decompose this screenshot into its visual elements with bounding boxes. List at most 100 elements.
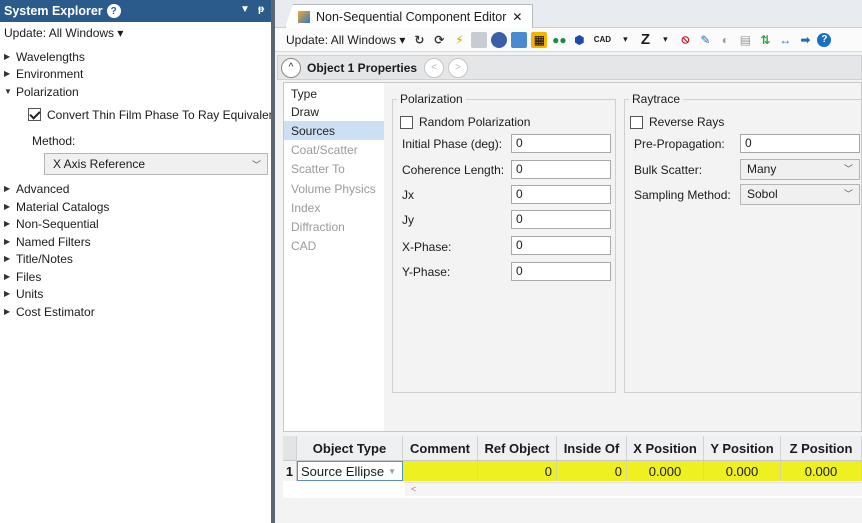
- nav-item-type[interactable]: Type: [284, 84, 384, 103]
- nav-item-volume-physics[interactable]: Volume Physics: [284, 179, 384, 198]
- collapse-arrow-icon[interactable]: ▼: [4, 87, 16, 96]
- column-header-y-position[interactable]: Y Position: [704, 436, 781, 461]
- row-index[interactable]: 1: [283, 461, 297, 481]
- expand-arrow-icon[interactable]: ▶: [4, 254, 16, 263]
- tree-item-files[interactable]: ▶ Files: [4, 268, 41, 285]
- stop-icon[interactable]: ⦸: [677, 32, 693, 48]
- nav-item-diffraction[interactable]: Diffraction: [284, 217, 384, 236]
- edit-icon[interactable]: ✎: [697, 32, 713, 48]
- tree-item-advanced[interactable]: ▶ Advanced: [4, 180, 69, 197]
- collapse-icon[interactable]: ^: [281, 57, 301, 78]
- expand-arrow-icon[interactable]: ▶: [4, 69, 16, 78]
- help-icon[interactable]: ?: [817, 32, 832, 47]
- scroll-left-icon[interactable]: <: [411, 484, 416, 494]
- jx-input[interactable]: 0: [511, 185, 611, 204]
- initial-phase-input[interactable]: 0: [511, 134, 611, 153]
- tree-item-units[interactable]: ▶ Units: [4, 285, 43, 302]
- expand-arrow-icon[interactable]: ▶: [4, 272, 16, 281]
- tree-item-polarization[interactable]: ▼ Polarization: [4, 83, 79, 100]
- tree-item-non-sequential[interactable]: ▶ Non-Sequential: [4, 215, 99, 232]
- expand-arrow-icon[interactable]: ▶: [4, 307, 16, 316]
- arrows-icon[interactable]: ↔: [777, 32, 793, 48]
- shaded-model-icon[interactable]: [491, 31, 508, 48]
- nav-item-coat-scatter[interactable]: Coat/Scatter: [284, 140, 384, 159]
- column-header-z-position[interactable]: Z Position: [781, 436, 862, 461]
- object-viewer-icon[interactable]: [511, 31, 528, 48]
- tree-item-title-notes[interactable]: ▶ Title/Notes: [4, 250, 73, 267]
- coherence-length-input[interactable]: 0: [511, 160, 611, 179]
- expand-arrow-icon[interactable]: ▶: [4, 219, 16, 228]
- horizontal-scrollbar[interactable]: <: [405, 482, 862, 496]
- ref-object-cell[interactable]: 0: [478, 461, 557, 481]
- reverse-rays-row[interactable]: Reverse Rays: [630, 115, 724, 129]
- arrow-right-icon[interactable]: ➡: [797, 32, 813, 48]
- layout-icon[interactable]: [471, 31, 488, 48]
- expand-arrow-icon[interactable]: ▶: [4, 202, 16, 211]
- system-explorer-update-dropdown[interactable]: Update: All Windows ▾: [4, 26, 123, 40]
- method-select[interactable]: X Axis Reference ﹀: [44, 153, 268, 175]
- z-icon[interactable]: Z: [637, 31, 653, 48]
- reverse-rays-checkbox[interactable]: [630, 115, 643, 129]
- system-explorer-panel: System Explorer ? ▼ ᵽ Update: All Window…: [0, 0, 279, 523]
- expand-arrow-icon[interactable]: ▶: [4, 52, 16, 61]
- refresh-icon[interactable]: ↻: [411, 32, 427, 48]
- chevron-down-icon[interactable]: ▼: [388, 467, 396, 476]
- nav-item-scatter-to[interactable]: Scatter To: [284, 159, 384, 178]
- refresh-all-icon[interactable]: ⟳: [431, 32, 447, 48]
- bulk-scatter-select[interactable]: Many ﹀: [740, 159, 860, 180]
- pre-propagation-input[interactable]: 0: [740, 134, 860, 153]
- column-header-comment[interactable]: Comment: [403, 436, 478, 461]
- column-header-object-type[interactable]: Object Type: [297, 436, 403, 461]
- tree-item-named-filters[interactable]: ▶ Named Filters: [4, 233, 91, 250]
- dropdown-arrow-icon[interactable]: ▼: [240, 4, 250, 15]
- object-type-cell[interactable]: Source Ellipse ▼: [297, 461, 403, 481]
- chevron-down-icon: ﹀: [843, 189, 853, 199]
- column-header-inside-of[interactable]: Inside Of: [557, 436, 627, 461]
- cad-dropdown[interactable]: CAD: [591, 32, 613, 48]
- chevron-down-icon[interactable]: ▾: [617, 32, 633, 48]
- random-polarization-row[interactable]: Random Polarization: [400, 115, 530, 129]
- tab-non-sequential-component-editor[interactable]: Non-Sequential Component Editor ✕: [285, 4, 534, 28]
- nav-item-cad[interactable]: CAD: [284, 236, 384, 255]
- component-icon[interactable]: ⬢: [571, 32, 587, 48]
- expand-arrow-icon[interactable]: ▶: [4, 237, 16, 246]
- toggle-icon[interactable]: ◐: [717, 32, 733, 48]
- grid-icon[interactable]: ▦: [531, 31, 548, 48]
- nav-item-index[interactable]: Index: [284, 198, 384, 217]
- x-phase-input[interactable]: 0: [511, 236, 611, 255]
- help-icon[interactable]: ?: [106, 4, 121, 18]
- nav-item-sources[interactable]: Sources: [284, 121, 384, 140]
- random-polarization-checkbox[interactable]: [400, 115, 413, 129]
- column-header-x-position[interactable]: X Position: [627, 436, 704, 461]
- coherence-length-label: Coherence Length:: [402, 163, 505, 177]
- update-dropdown[interactable]: Update: All Windows ▾: [286, 33, 405, 47]
- detector-icon[interactable]: ●●: [551, 32, 567, 48]
- convert-thin-film-checkbox-row[interactable]: Convert Thin Film Phase To Ray Equivalen…: [28, 106, 279, 123]
- next-object-icon[interactable]: >: [448, 57, 469, 78]
- y-position-cell[interactable]: 0.000: [704, 461, 781, 481]
- comment-cell[interactable]: [403, 461, 478, 481]
- jy-input[interactable]: 0: [511, 210, 611, 229]
- tree-item-material-catalogs[interactable]: ▶ Material Catalogs: [4, 198, 109, 215]
- nav-item-draw[interactable]: Draw: [284, 102, 384, 121]
- convert-thin-film-checkbox[interactable]: [28, 108, 41, 121]
- inside-of-cell[interactable]: 0: [557, 461, 627, 481]
- tree-item-environment[interactable]: ▶ Environment: [4, 65, 83, 82]
- z-position-cell[interactable]: 0.000: [781, 461, 862, 481]
- document-icon[interactable]: ▤: [737, 32, 753, 48]
- ray-trace-icon[interactable]: ⚡: [451, 32, 467, 48]
- close-icon[interactable]: ✕: [512, 10, 522, 24]
- pin-icon[interactable]: ᵽ: [258, 4, 264, 15]
- tree-item-wavelengths[interactable]: ▶ Wavelengths: [4, 48, 85, 65]
- previous-object-icon[interactable]: <: [424, 57, 445, 78]
- expand-arrow-icon[interactable]: ▶: [4, 289, 16, 298]
- x-position-cell[interactable]: 0.000: [627, 461, 704, 481]
- chevron-down-icon[interactable]: ▾: [657, 32, 673, 48]
- y-phase-input[interactable]: 0: [511, 262, 611, 281]
- convert-icon[interactable]: ⇅: [757, 32, 773, 48]
- column-header-ref-object[interactable]: Ref Object: [478, 436, 557, 461]
- sampling-method-select[interactable]: Sobol ﹀: [740, 184, 860, 205]
- tree-item-cost-estimator[interactable]: ▶ Cost Estimator: [4, 303, 95, 320]
- expand-arrow-icon[interactable]: ▶: [4, 184, 16, 193]
- tree-item-label: Units: [16, 286, 44, 301]
